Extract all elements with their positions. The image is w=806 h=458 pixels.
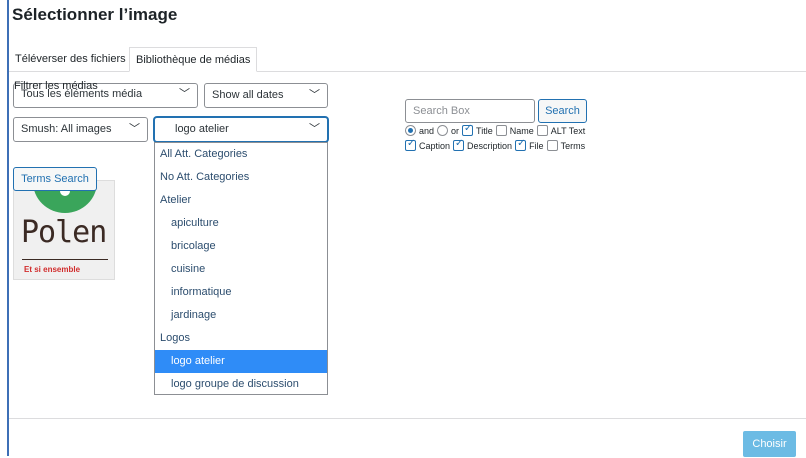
tab-media-library[interactable]: Bibliothèque de médias (129, 47, 258, 72)
category-option[interactable]: cuisine (155, 258, 327, 281)
and-label: and (419, 125, 435, 136)
category-option[interactable]: apiculture (155, 212, 327, 235)
name-label: Name (509, 125, 534, 136)
modal-title: Sélectionner l’image (12, 5, 178, 24)
and-radio[interactable] (405, 125, 416, 136)
category-option[interactable]: informatique (155, 281, 327, 304)
date-filter-select[interactable]: Show all dates ﹀ (204, 83, 328, 108)
category-option[interactable]: logo groupe de discussion (155, 373, 327, 396)
attachment-thumbnail[interactable]: Polen Et si ensemble (13, 180, 115, 280)
category-option[interactable]: Atelier (155, 189, 327, 212)
caption-checkbox[interactable] (405, 138, 416, 151)
category-option[interactable]: Logos (155, 327, 327, 350)
chevron-down-icon: ﹀ (129, 123, 140, 135)
alt-text-checkbox[interactable] (536, 125, 548, 136)
modal-tabs: Téléverser des fichiers Bibliothèque de … (9, 47, 806, 72)
category-option[interactable]: No Att. Categories (155, 166, 327, 189)
search-options-row-1: and or Title Name ALT Text (405, 123, 586, 136)
alt-text-label: ALT Text (550, 125, 586, 136)
chevron-down-icon: ﹀ (309, 89, 320, 101)
smush-filter-select[interactable]: Smush: All images ﹀ (13, 117, 148, 142)
filter-media-label: Filtrer les médias (14, 80, 98, 92)
smush-filter-value: Smush: All images (21, 123, 112, 135)
terms-checkbox[interactable] (546, 140, 558, 151)
chevron-down-icon: ﹀ (179, 88, 190, 100)
date-filter-value: Show all dates (212, 89, 284, 101)
category-option[interactable]: jardinage (155, 304, 327, 327)
file-label: File (529, 140, 544, 151)
category-dropdown-list: All Att. Categories No Att. Categories A… (154, 142, 328, 395)
category-option[interactable]: All Att. Categories (155, 143, 327, 166)
logo-text: Polen (21, 215, 107, 250)
description-checkbox[interactable] (453, 138, 465, 151)
file-checkbox[interactable] (515, 138, 527, 151)
chevron-down-icon: ﹀ (309, 123, 320, 135)
category-filter-value: logo atelier (175, 123, 229, 135)
search-button[interactable]: Search (538, 99, 587, 123)
or-label: or (451, 125, 460, 136)
name-checkbox[interactable] (495, 125, 507, 136)
logo-divider (22, 259, 108, 260)
caption-label: Caption (419, 140, 451, 151)
search-options-row-2: Caption Description File Terms (405, 138, 586, 151)
description-label: Description (467, 140, 513, 151)
tab-upload-files[interactable]: Téléverser des fichiers (9, 47, 132, 71)
modal-footer (9, 418, 806, 458)
category-option-selected[interactable]: logo atelier (155, 350, 327, 373)
title-label: Title (476, 125, 493, 136)
title-checkbox[interactable] (462, 123, 474, 136)
choose-button[interactable]: Choisir (743, 431, 796, 457)
terms-search-button[interactable]: Terms Search (13, 167, 97, 191)
or-radio[interactable] (437, 125, 449, 136)
category-filter-select[interactable]: logo atelier ﹀ (154, 117, 328, 142)
category-option[interactable]: bricolage (155, 235, 327, 258)
terms-label: Terms (560, 140, 586, 151)
logo-tagline: Et si ensemble (24, 265, 81, 274)
search-input[interactable]: Search Box (405, 99, 535, 123)
